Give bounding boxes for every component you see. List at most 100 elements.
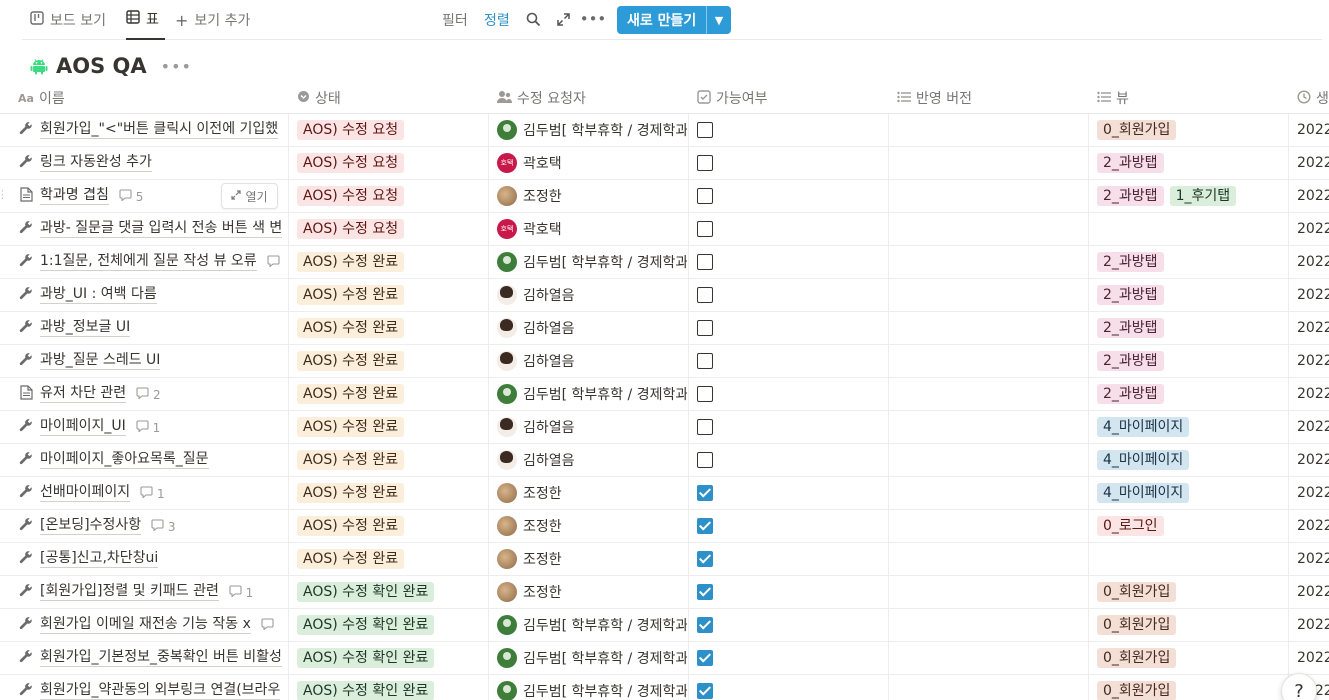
name-cell[interactable]: 선배마이페이지 1 bbox=[18, 477, 288, 509]
table-row[interactable]: 링크 자동완성 추가 AOS) 수정 요청 호택 곽호택 2_과방탭 2022 bbox=[0, 147, 1329, 180]
filter-button[interactable]: 필터 bbox=[442, 10, 468, 30]
version-cell[interactable] bbox=[897, 213, 1087, 245]
status-cell[interactable]: AOS) 수정 완료 bbox=[297, 477, 487, 509]
feasibility-checkbox[interactable] bbox=[697, 287, 713, 303]
view-cell[interactable]: 2_과방탭 bbox=[1097, 378, 1287, 410]
feasibility-checkbox[interactable] bbox=[697, 353, 713, 369]
feasibility-checkbox[interactable] bbox=[697, 650, 713, 666]
name-cell[interactable]: 과방_질문 스레드 UI bbox=[18, 345, 288, 377]
version-cell[interactable] bbox=[897, 609, 1087, 641]
feasibility-checkbox[interactable] bbox=[697, 551, 713, 567]
table-row[interactable]: 과방_질문 스레드 UI AOS) 수정 완료 김하열음 2_과방탭 2022 bbox=[0, 345, 1329, 378]
status-cell[interactable]: AOS) 수정 완료 bbox=[297, 345, 487, 377]
status-cell[interactable]: AOS) 수정 완료 bbox=[297, 411, 487, 443]
view-cell[interactable]: 2_과방탭 bbox=[1097, 312, 1287, 344]
status-cell[interactable]: AOS) 수정 완료 bbox=[297, 378, 487, 410]
requester-cell[interactable]: 김두범[ 학부휴학 / 경제학과 ] bbox=[497, 378, 687, 410]
row-title[interactable]: 회원가입_"<"버튼 클릭시 이전에 기입했 bbox=[40, 121, 279, 139]
feasibility-checkbox[interactable] bbox=[697, 617, 713, 633]
view-cell[interactable]: 0_회원가입 bbox=[1097, 114, 1287, 146]
feasibility-checkbox[interactable] bbox=[697, 485, 713, 501]
view-cell[interactable]: 0_로그인 bbox=[1097, 510, 1287, 542]
row-title[interactable]: 회원가입_기본정보_중복확인 버튼 비활성 bbox=[40, 649, 282, 667]
version-cell[interactable] bbox=[897, 312, 1087, 344]
view-cell[interactable]: 0_회원가입 bbox=[1097, 642, 1287, 674]
column-header-0[interactable]: Aa 이름 bbox=[18, 82, 65, 114]
view-cell[interactable]: 0_회원가입 bbox=[1097, 609, 1287, 641]
row-title[interactable]: 유저 차단 관련 bbox=[40, 385, 127, 403]
status-cell[interactable]: AOS) 수정 완료 bbox=[297, 246, 487, 278]
requester-cell[interactable]: 김두범[ 학부휴학 / 경제학과 ] bbox=[497, 675, 687, 700]
feasibility-checkbox[interactable] bbox=[697, 584, 713, 600]
row-title[interactable]: 회원가입_약관동의 외부링크 연결(브라우 bbox=[40, 682, 281, 700]
drag-handle-icon[interactable]: ⋮ bbox=[0, 188, 8, 201]
name-cell[interactable]: 과방_정보글 UI bbox=[18, 312, 288, 344]
status-cell[interactable]: AOS) 수정 확인 완료 bbox=[297, 675, 487, 700]
view-cell[interactable]: 4_마이페이지 bbox=[1097, 444, 1287, 476]
requester-cell[interactable]: 조정한 bbox=[497, 510, 687, 542]
table-row[interactable]: 선배마이페이지 1 AOS) 수정 완료 조정한 4_마이페이지 2022 bbox=[0, 477, 1329, 510]
table-row[interactable]: 마이페이지_UI 1 AOS) 수정 완료 김하열음 4_마이페이지 2022 bbox=[0, 411, 1329, 444]
requester-cell[interactable]: 김하열음 bbox=[497, 411, 687, 443]
requester-cell[interactable]: 김하열음 bbox=[497, 279, 687, 311]
name-cell[interactable]: 마이페이지_UI 1 bbox=[18, 411, 288, 443]
row-title[interactable]: 학과명 겹침 bbox=[40, 187, 109, 205]
version-cell[interactable] bbox=[897, 180, 1087, 212]
requester-cell[interactable]: 호택 곽호택 bbox=[497, 147, 687, 179]
version-cell[interactable] bbox=[897, 378, 1087, 410]
row-title[interactable]: [공통]신고,차단창ui bbox=[40, 550, 159, 568]
feasibility-checkbox[interactable] bbox=[697, 452, 713, 468]
tab-board-view[interactable]: 보드 보기 bbox=[30, 0, 106, 40]
name-cell[interactable]: [온보딩]수정사항 3 bbox=[18, 510, 288, 542]
table-row[interactable]: [회원가입]정렬 및 키패드 관련 1 AOS) 수정 확인 완료 조정한 0_회원가… bbox=[0, 576, 1329, 609]
row-title[interactable]: 선배마이페이지 bbox=[40, 484, 131, 502]
requester-cell[interactable]: 김두범[ 학부휴학 / 경제학과 ] bbox=[497, 114, 687, 146]
requester-cell[interactable]: 조정한 bbox=[497, 543, 687, 575]
version-cell[interactable] bbox=[897, 576, 1087, 608]
version-cell[interactable] bbox=[897, 543, 1087, 575]
requester-cell[interactable]: 조정한 bbox=[497, 477, 687, 509]
requester-cell[interactable]: 김두범[ 학부휴학 / 경제학과 ] bbox=[497, 642, 687, 674]
table-row[interactable]: 마이페이지_좋아요목록_질문 AOS) 수정 완료 김하열음 4_마이페이지 2022 bbox=[0, 444, 1329, 477]
feasibility-checkbox[interactable] bbox=[697, 254, 713, 270]
status-cell[interactable]: AOS) 수정 완료 bbox=[297, 510, 487, 542]
status-cell[interactable]: AOS) 수정 완료 bbox=[297, 444, 487, 476]
version-cell[interactable] bbox=[897, 279, 1087, 311]
status-cell[interactable]: AOS) 수정 완료 bbox=[297, 543, 487, 575]
name-cell[interactable]: 마이페이지_좋아요목록_질문 bbox=[18, 444, 288, 476]
column-header-1[interactable]: 상태 bbox=[297, 82, 341, 114]
column-header-3[interactable]: 가능여부 bbox=[697, 82, 768, 114]
table-row[interactable]: [공통]신고,차단창ui AOS) 수정 완료 조정한 2022 bbox=[0, 543, 1329, 576]
version-cell[interactable] bbox=[897, 147, 1087, 179]
row-title[interactable]: [온보딩]수정사항 bbox=[40, 517, 142, 535]
feasibility-checkbox[interactable] bbox=[697, 221, 713, 237]
name-cell[interactable]: [공통]신고,차단창ui bbox=[18, 543, 288, 575]
status-cell[interactable]: AOS) 수정 완료 bbox=[297, 312, 487, 344]
version-cell[interactable] bbox=[897, 444, 1087, 476]
name-cell[interactable]: 과방- 질문글 댓글 입력시 전송 버튼 색 변 bbox=[18, 213, 288, 245]
view-cell[interactable]: 2_과방탭 bbox=[1097, 246, 1287, 278]
requester-cell[interactable]: 김두범[ 학부휴학 / 경제학과 ] bbox=[497, 246, 687, 278]
view-cell[interactable]: 2_과방탭 1_후기탭 bbox=[1097, 180, 1287, 212]
requester-cell[interactable]: 김하열음 bbox=[497, 444, 687, 476]
feasibility-checkbox[interactable] bbox=[697, 155, 713, 171]
view-cell[interactable]: 2_과방탭 bbox=[1097, 147, 1287, 179]
name-cell[interactable]: [회원가입]정렬 및 키패드 관련 1 bbox=[18, 576, 288, 608]
version-cell[interactable] bbox=[897, 510, 1087, 542]
table-row[interactable]: 과방_UI : 여백 다름 AOS) 수정 완료 김하열음 2_과방탭 2022 bbox=[0, 279, 1329, 312]
table-row[interactable]: 회원가입_기본정보_중복확인 버튼 비활성 AOS) 수정 확인 완료 김두범[ 학… bbox=[0, 642, 1329, 675]
view-cell[interactable]: 4_마이페이지 bbox=[1097, 411, 1287, 443]
version-cell[interactable] bbox=[897, 675, 1087, 700]
status-cell[interactable]: AOS) 수정 요청 bbox=[297, 213, 487, 245]
view-cell[interactable]: 2_과방탭 bbox=[1097, 345, 1287, 377]
column-header-2[interactable]: 수정 요청자 bbox=[497, 82, 586, 114]
new-button[interactable]: 새로 만들기 ▼ bbox=[617, 6, 731, 34]
title-more-icon[interactable]: ••• bbox=[161, 57, 192, 76]
version-cell[interactable] bbox=[897, 246, 1087, 278]
column-header-6[interactable]: 생 bbox=[1297, 82, 1329, 114]
requester-cell[interactable]: 김두범[ 학부휴학 / 경제학과 ] bbox=[497, 609, 687, 641]
requester-cell[interactable]: 조정한 bbox=[497, 576, 687, 608]
feasibility-checkbox[interactable] bbox=[697, 122, 713, 138]
column-header-4[interactable]: 반영 버전 bbox=[897, 82, 972, 114]
row-title[interactable]: 과방_정보글 UI bbox=[40, 319, 131, 337]
